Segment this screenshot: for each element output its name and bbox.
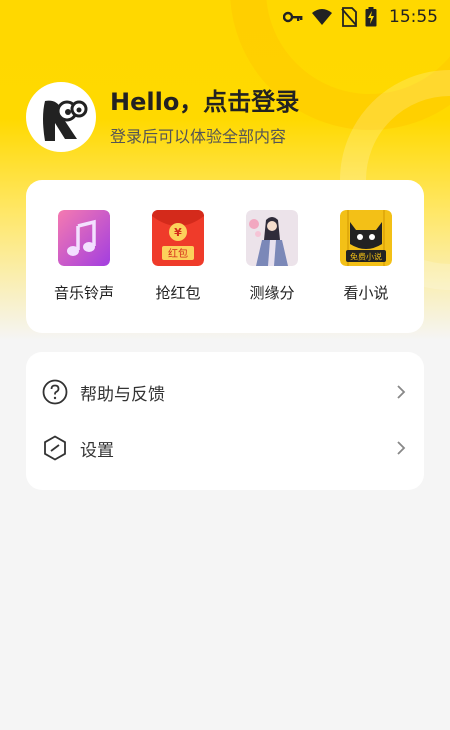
feature-label: 看小说 — [343, 284, 389, 302]
cartoon-mascot-avatar — [43, 100, 88, 141]
envelope-symbol: ¥ — [174, 226, 182, 239]
red-envelope-icon: ¥ 红包 — [152, 210, 204, 266]
no-sim-icon — [341, 7, 357, 27]
couple-illustration-icon — [246, 210, 298, 266]
feature-label: 测缘分 — [249, 284, 295, 302]
chevron-right-icon — [394, 385, 408, 399]
menu-card: 帮助与反馈 设置 — [26, 352, 424, 490]
key-icon — [283, 10, 303, 24]
feature-card: 音乐铃声 ¥ 红包 抢红包 测缘分 免费小说 看小说 — [26, 180, 424, 333]
wifi-icon — [311, 8, 333, 26]
login-title[interactable]: Hello，点击登录 — [110, 87, 299, 117]
feature-novel[interactable]: 免费小说 看小说 — [326, 210, 406, 333]
battery-charging-icon — [365, 7, 377, 27]
avatar[interactable] — [26, 82, 96, 152]
feature-music-ringtone[interactable]: 音乐铃声 — [44, 210, 124, 333]
music-note-icon — [58, 210, 110, 266]
feature-love-match[interactable]: 测缘分 — [232, 210, 312, 333]
login-subtitle: 登录后可以体验全部内容 — [110, 127, 287, 146]
chevron-right-icon — [394, 441, 408, 455]
menu-item-help-feedback[interactable]: 帮助与反馈 — [26, 364, 424, 420]
cat-novel-icon: 免费小说 — [340, 210, 392, 266]
settings-hexagon-icon — [42, 435, 68, 461]
envelope-text: 红包 — [168, 247, 188, 260]
menu-item-settings[interactable]: 设置 — [26, 420, 424, 476]
menu-label: 帮助与反馈 — [80, 384, 165, 405]
menu-label: 设置 — [80, 440, 114, 461]
novel-text: 免费小说 — [350, 252, 382, 262]
feature-label: 抢红包 — [155, 284, 201, 302]
feature-red-envelope[interactable]: ¥ 红包 抢红包 — [138, 210, 218, 333]
status-bar: 15:55 — [0, 0, 450, 34]
help-circle-icon — [42, 379, 68, 405]
status-time: 15:55 — [389, 7, 438, 27]
profile-login-area[interactable]: Hello，点击登录 登录后可以体验全部内容 — [26, 82, 299, 152]
feature-label: 音乐铃声 — [53, 284, 114, 302]
